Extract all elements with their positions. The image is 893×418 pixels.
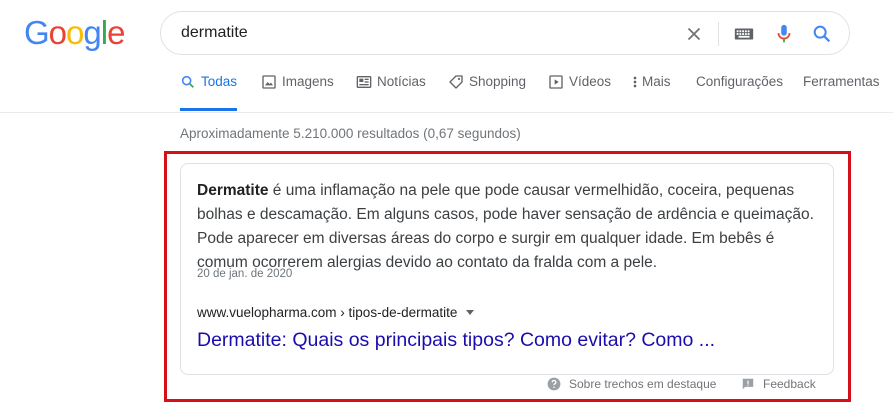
tag-icon: [449, 75, 463, 89]
search-icon[interactable]: [811, 23, 833, 45]
chevron-down-icon[interactable]: [466, 310, 475, 315]
tabs-divider: [0, 112, 893, 113]
mic-icon[interactable]: [773, 23, 795, 45]
tab-label: Ferramentas: [803, 74, 880, 89]
feedback-label: Feedback: [763, 377, 816, 391]
tab-todas[interactable]: Todas: [180, 73, 237, 111]
snippet-body: é uma inflamação na pele que pode causar…: [197, 182, 814, 271]
tab-ferramentas[interactable]: Ferramentas: [803, 73, 880, 111]
search-tabs: Todas Imagens Notícias Shopping Vídeos M…: [0, 73, 893, 113]
play-icon: [549, 75, 563, 89]
tab-label: Configurações: [696, 74, 784, 89]
result-cite: www.vuelopharma.com › tipos-de-dermatite: [197, 305, 475, 320]
keyboard-icon[interactable]: [733, 23, 755, 45]
result-title-link[interactable]: Dermatite: Quais os principais tipos? Co…: [197, 329, 715, 352]
clear-icon[interactable]: [683, 23, 705, 45]
image-icon: [262, 75, 276, 89]
tab-imagens[interactable]: Imagens: [261, 73, 334, 111]
logo-letter: o: [66, 14, 84, 51]
google-logo[interactable]: Google: [24, 13, 125, 53]
logo-letter: G: [24, 14, 50, 51]
more-vert-icon: [633, 76, 637, 88]
tab-videos[interactable]: Vídeos: [548, 73, 611, 111]
tab-label: Notícias: [377, 74, 426, 89]
search-input[interactable]: [181, 22, 661, 44]
searchbar-divider: [718, 22, 719, 46]
snippet-date: 20 de jan. de 2020: [197, 268, 293, 280]
tab-mais[interactable]: Mais: [631, 73, 671, 111]
tab-noticias[interactable]: Notícias: [356, 73, 426, 111]
about-snippets-link[interactable]: Sobre trechos em destaque: [547, 377, 716, 391]
about-snippets-label: Sobre trechos em destaque: [569, 377, 717, 391]
feedback-icon: [742, 378, 754, 390]
search-bar: [160, 11, 850, 55]
tab-label: Shopping: [469, 74, 527, 89]
snippet-text: Dermatite é uma inflamação na pele que p…: [197, 179, 827, 275]
logo-letter: g: [83, 14, 101, 51]
news-icon: [356, 76, 372, 88]
tab-label: Mais: [642, 74, 671, 89]
tab-label: Todas: [200, 74, 237, 89]
search-icon: [181, 75, 194, 88]
feedback-link[interactable]: Feedback: [741, 377, 816, 391]
cite-url: www.vuelopharma.com › tipos-de-dermatite: [197, 305, 458, 320]
logo-letter: o: [48, 14, 67, 51]
snippet-bold-term: Dermatite: [197, 182, 269, 199]
tab-shopping[interactable]: Shopping: [448, 73, 526, 111]
tab-configuracoes[interactable]: Configurações: [696, 73, 783, 111]
logo-letter: e: [107, 14, 125, 51]
help-icon: [547, 377, 561, 391]
tab-label: Vídeos: [569, 74, 612, 89]
tab-label: Imagens: [282, 74, 334, 89]
result-stats: Aproximadamente 5.210.000 resultados (0,…: [180, 126, 521, 141]
